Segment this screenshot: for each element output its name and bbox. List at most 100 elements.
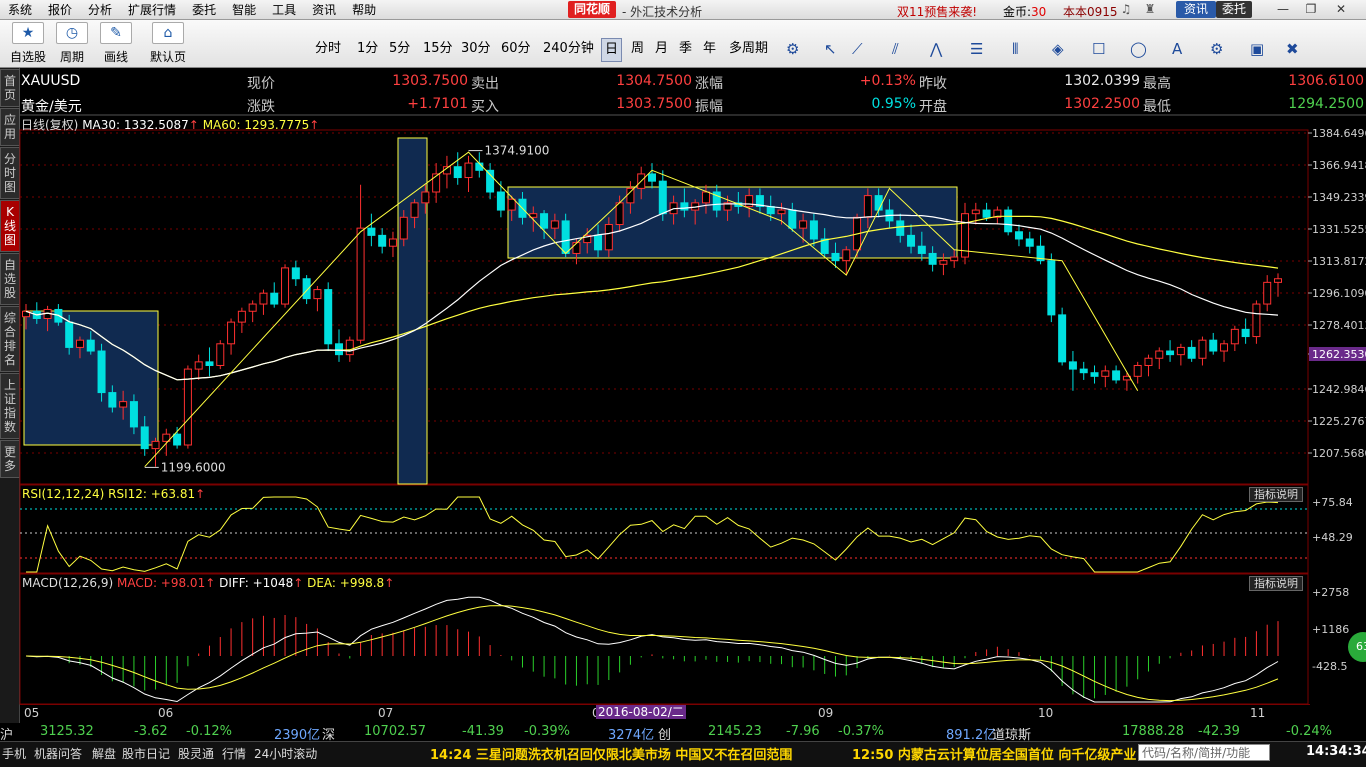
candle-body bbox=[129, 401, 138, 428]
macd-axis-label: +2758 bbox=[1312, 586, 1349, 599]
macd-axis-label: -428.5 bbox=[1312, 660, 1347, 673]
macd-help-button[interactable]: 指标说明 bbox=[1249, 576, 1303, 591]
up-arrow-icon: ↑ bbox=[205, 576, 216, 590]
rsi-axis-label: +48.29 bbox=[1312, 531, 1353, 544]
sell-value: 1304.7500 bbox=[616, 73, 692, 89]
dea-line bbox=[25, 605, 1279, 702]
clock: 14:34:34 bbox=[1306, 744, 1366, 759]
prev-value: 1302.0399 bbox=[1064, 73, 1140, 89]
change-label: 涨跌 bbox=[247, 99, 275, 115]
price-axis-label: 1225.2767 bbox=[1312, 415, 1366, 428]
status-tab[interactable]: 股灵通 bbox=[178, 745, 214, 762]
x-tick-label: 06 bbox=[158, 706, 174, 720]
candle-body bbox=[270, 292, 279, 305]
candle-body bbox=[453, 166, 462, 179]
candle-body bbox=[594, 234, 603, 251]
open-label: 开盘 bbox=[919, 99, 947, 115]
rsi-header: RSI(12,12,24) RSI12: +63.81↑ bbox=[22, 487, 205, 501]
ticker-item: -7.96 bbox=[786, 724, 820, 739]
candle-body bbox=[928, 252, 937, 265]
candle-body bbox=[399, 216, 408, 240]
status-tab[interactable]: 股市日记 bbox=[122, 745, 170, 762]
news-item[interactable]: 12:50 内蒙古云计算位居全国首位 向千亿级产业 bbox=[852, 744, 1138, 763]
candle-body bbox=[356, 227, 365, 341]
buy-value: 1303.7500 bbox=[616, 96, 692, 112]
open-value: 1302.2500 bbox=[1064, 96, 1140, 112]
high-label: 最高 bbox=[1143, 76, 1171, 92]
ticker-item: -0.24% bbox=[1286, 724, 1332, 739]
ticker-item: -3.62 bbox=[134, 724, 168, 739]
prev-label: 昨收 bbox=[919, 76, 947, 92]
candle-body bbox=[1112, 370, 1121, 381]
candle-body bbox=[227, 321, 236, 345]
candle-body bbox=[281, 267, 290, 305]
ma60-value: MA60: 1293.7775 bbox=[202, 118, 310, 132]
status-bar: 14:24 三星问题洗衣机召回仅限北美市场 中国又不在召回范围 12:50 内蒙… bbox=[0, 741, 1366, 767]
rsi-help-button[interactable]: 指标说明 bbox=[1249, 487, 1303, 502]
price-axis-label: 1331.5255 bbox=[1312, 223, 1366, 236]
candle-body bbox=[1209, 339, 1218, 352]
candle-body bbox=[486, 169, 495, 193]
candle-body bbox=[550, 220, 559, 229]
news-item[interactable]: 14:24 三星问题洗衣机召回仅限北美市场 中国又不在召回范围 bbox=[430, 744, 792, 763]
status-tab[interactable]: 解盘 bbox=[92, 745, 116, 762]
candle-body bbox=[1220, 343, 1229, 352]
price-axis-label: 1384.6496 bbox=[1312, 127, 1366, 140]
candle-body bbox=[313, 289, 322, 300]
cursor-date-label: 2016-08-02/二 bbox=[596, 705, 686, 719]
candle-body bbox=[604, 224, 613, 251]
macd-header: MACD(12,26,9) MACD: +98.01↑ DIFF: +1048↑… bbox=[22, 576, 394, 590]
buy-label: 买入 bbox=[471, 99, 499, 115]
candle-body bbox=[615, 202, 624, 226]
index-ticker: 沪 3125.32 -3.62 -0.12% 2390亿深 10702.57 -41.39-… bbox=[0, 723, 1366, 743]
candle-body bbox=[1079, 368, 1088, 374]
candle-body bbox=[1198, 339, 1207, 359]
candle-body bbox=[540, 213, 549, 229]
x-tick-label: 07 bbox=[378, 706, 394, 720]
price-axis-label: 1366.9418 bbox=[1312, 159, 1366, 172]
candle-body bbox=[496, 191, 505, 211]
candle-body bbox=[648, 173, 656, 182]
symbol-code: XAUUSD bbox=[21, 73, 81, 89]
candle-body bbox=[173, 433, 182, 446]
rsi-axis-label: +75.84 bbox=[1312, 496, 1353, 509]
amplitude-label: 振幅 bbox=[695, 99, 723, 115]
candle-body bbox=[831, 252, 840, 262]
status-tab[interactable]: 机器问答 bbox=[34, 745, 82, 762]
price-axis-label: 1242.9846 bbox=[1312, 383, 1366, 396]
symbol-name: 黄金/美元 bbox=[21, 99, 82, 115]
candle-body bbox=[1166, 350, 1175, 356]
low-value: 1294.2500 bbox=[1288, 96, 1364, 112]
status-tab[interactable]: 行情 bbox=[222, 745, 246, 762]
status-tab[interactable]: 24小时滚动 bbox=[254, 745, 317, 762]
macd-axis-label: +1186 bbox=[1312, 623, 1349, 636]
candle-body bbox=[777, 209, 786, 215]
search-input[interactable]: 代码/名称/简拼/功能 bbox=[1138, 744, 1270, 761]
candle-body bbox=[97, 350, 106, 394]
macd-value: MACD: +98.01 bbox=[116, 576, 206, 590]
candle-body bbox=[561, 220, 570, 254]
candle-body bbox=[874, 195, 883, 211]
candle-body bbox=[1230, 328, 1239, 345]
candle-body bbox=[1025, 238, 1034, 247]
candle-body bbox=[140, 426, 149, 450]
candle-body bbox=[917, 245, 926, 254]
candle-body bbox=[842, 249, 851, 262]
candle-body bbox=[939, 260, 948, 265]
candle-body bbox=[1047, 260, 1056, 316]
ma-legend: 日线(复权) MA30: 1332.5087↑ MA60: 1293.7775↑ bbox=[21, 116, 319, 133]
price-axis-label: 1296.1090 bbox=[1312, 287, 1366, 300]
candle-body bbox=[291, 267, 300, 280]
macd-pane bbox=[19, 573, 1309, 705]
candle-body bbox=[194, 361, 203, 370]
candle-body bbox=[1090, 372, 1099, 377]
candle-body bbox=[1101, 370, 1110, 377]
macd-title: MACD(12,26,9) bbox=[22, 576, 114, 590]
status-tab[interactable]: 手机 bbox=[2, 745, 26, 762]
candle-body bbox=[658, 180, 667, 215]
up-arrow-icon: ↑ bbox=[188, 118, 199, 132]
candle-body bbox=[507, 198, 516, 211]
ticker-item: 10702.57 bbox=[364, 724, 427, 739]
candle-body bbox=[205, 361, 214, 366]
ma30-value: MA30: 1332.5087 bbox=[82, 118, 189, 132]
